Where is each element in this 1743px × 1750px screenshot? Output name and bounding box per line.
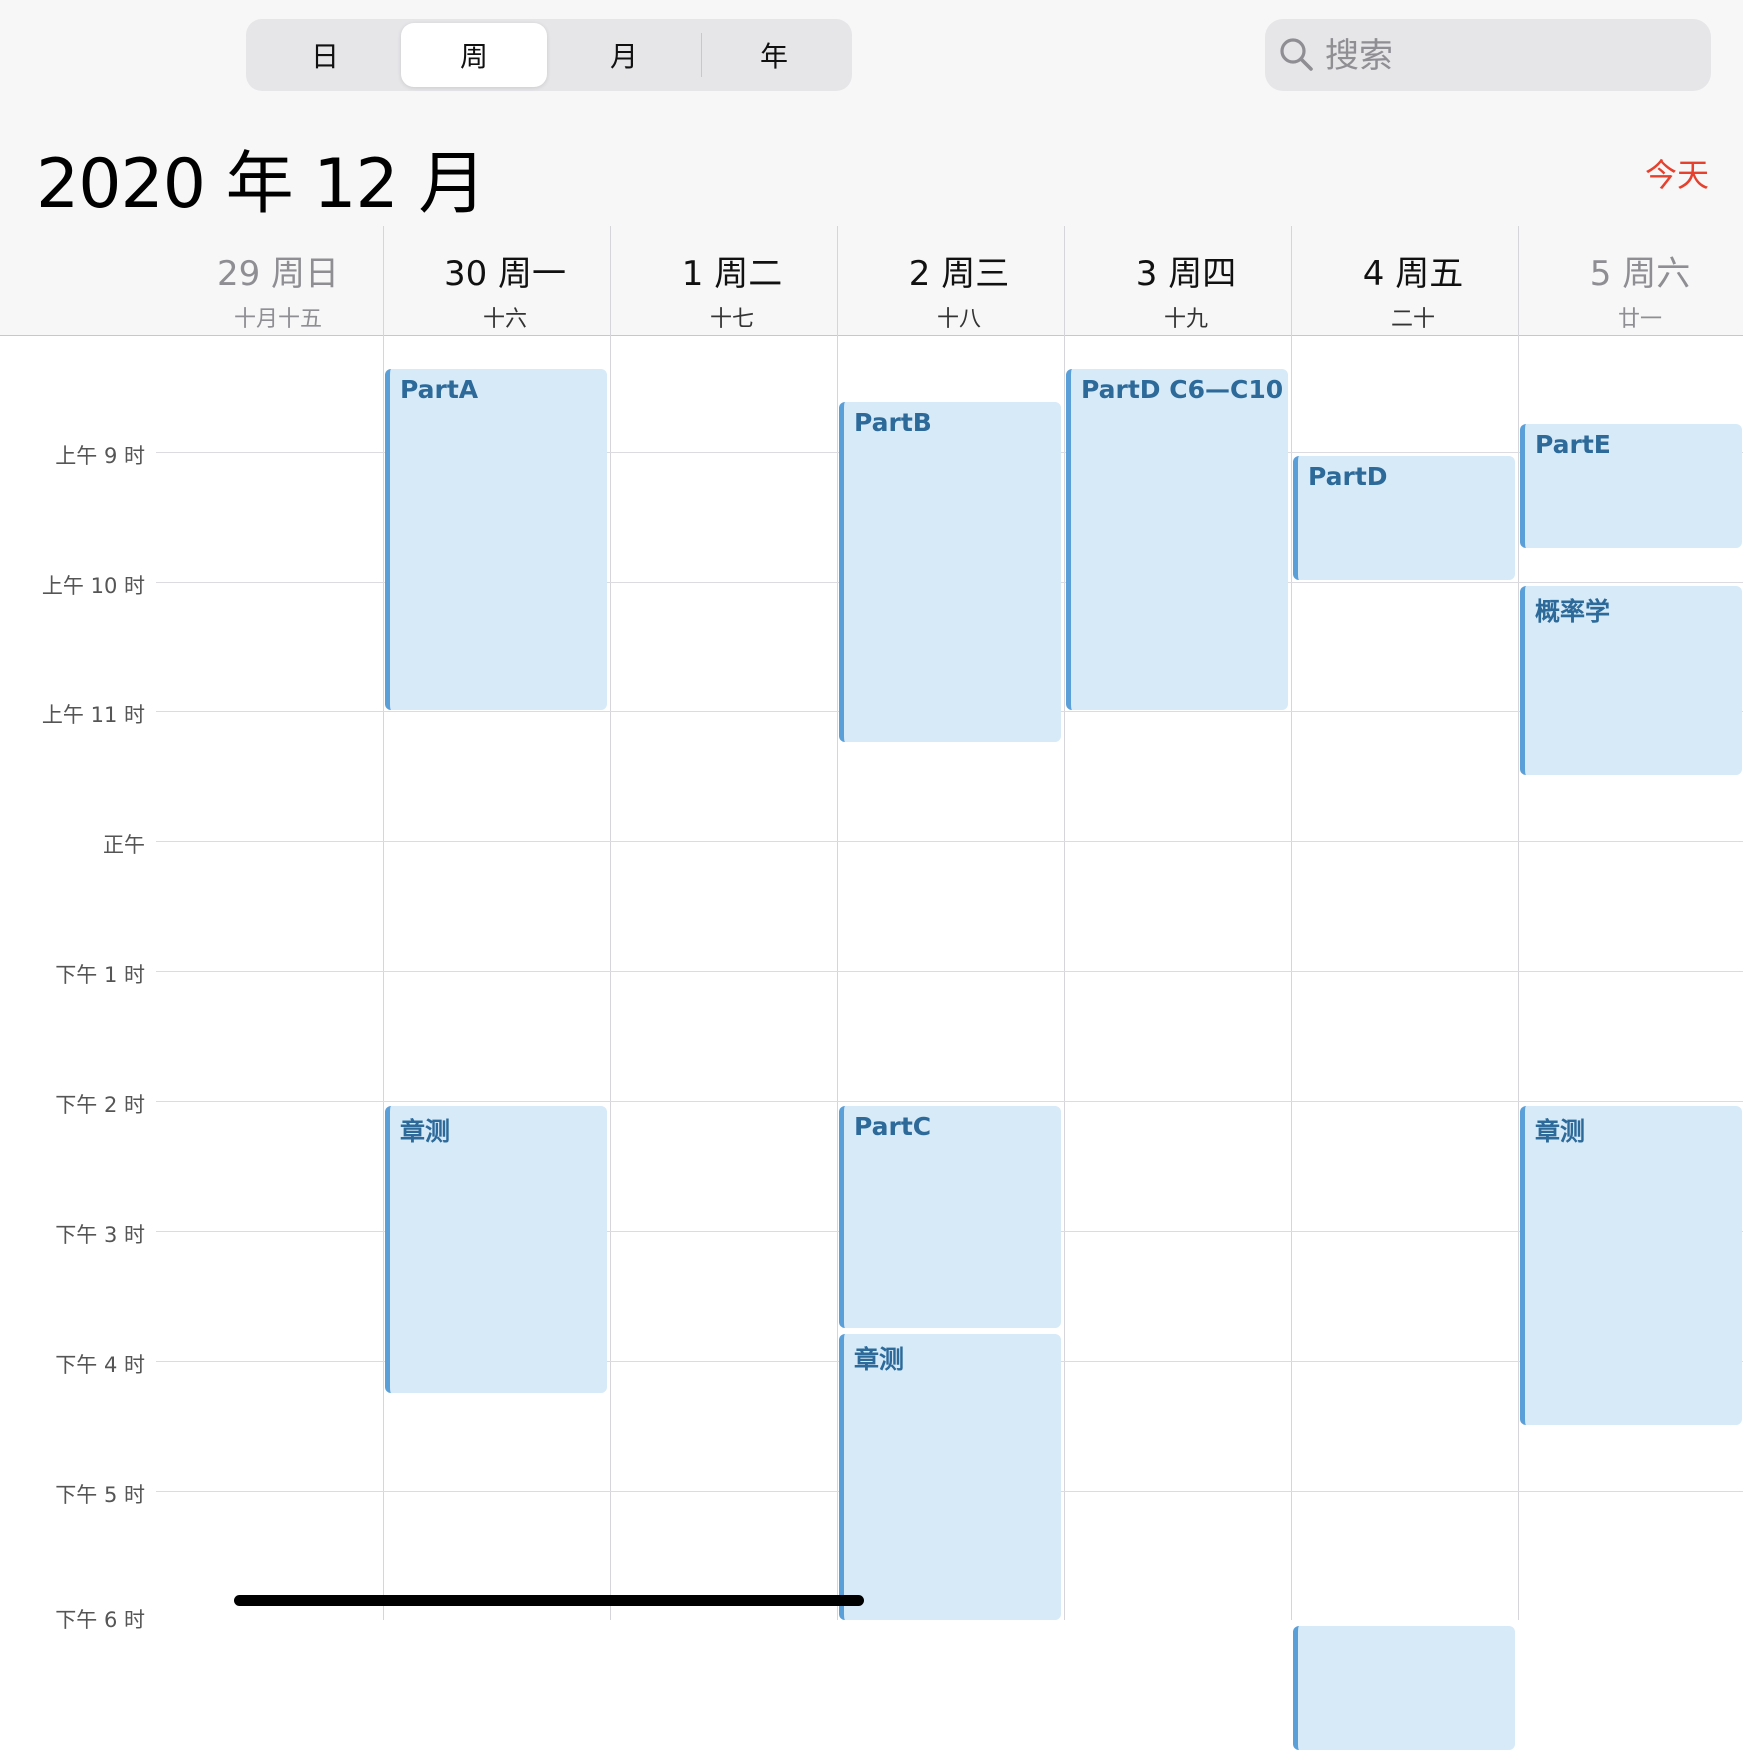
- day-header-thu[interactable]: 3 周四 十九: [1073, 226, 1299, 335]
- view-switcher: 日 周 月 年: [246, 19, 852, 91]
- time-label: 下午 1 时: [55, 963, 145, 987]
- day-header-wed[interactable]: 2 周三 十八: [846, 226, 1072, 335]
- time-label: 正午: [103, 833, 145, 857]
- column-divider: [1291, 226, 1292, 1620]
- calendar-event[interactable]: PartD: [1293, 456, 1515, 580]
- tab-month[interactable]: 月: [551, 23, 697, 87]
- today-button[interactable]: 今天: [1645, 150, 1709, 196]
- event-title: PartD C6—C10: [1081, 375, 1284, 405]
- column-divider: [837, 226, 838, 1620]
- time-label: 下午 2 时: [55, 1093, 145, 1117]
- day-lunar: 十八: [936, 307, 981, 332]
- calendar-event[interactable]: PartD C6—C10: [1066, 369, 1288, 710]
- day-lunar: 二十: [1390, 307, 1435, 332]
- day-date: 4 周五: [1362, 254, 1464, 294]
- time-label: 下午 5 时: [55, 1483, 145, 1507]
- day-lunar: 廿一: [1617, 307, 1662, 332]
- tab-year[interactable]: 年: [701, 23, 847, 87]
- event-title: PartC: [854, 1112, 932, 1141]
- day-date: 30 周一: [443, 254, 567, 294]
- day-lunar: 十六: [482, 307, 527, 332]
- calendar-event[interactable]: 章测: [839, 1333, 1061, 1620]
- month-title: 2020 年 12 月: [36, 145, 486, 224]
- day-date: 2 周三: [908, 254, 1010, 294]
- event-title: 章测: [854, 1344, 905, 1374]
- calendar-event[interactable]: 章测: [1520, 1106, 1742, 1425]
- day-date: 1 周二: [681, 254, 783, 294]
- calendar-event[interactable]: 章测: [385, 1106, 607, 1393]
- hour-line: [156, 841, 1743, 842]
- top-bar: 日 周 月 年 2020 年 12 月 今天 29 周日 十月十五 30 周一 …: [0, 0, 1743, 335]
- event-title: 章测: [400, 1117, 451, 1146]
- tab-day[interactable]: 日: [252, 23, 398, 87]
- search-icon: [1280, 38, 1313, 71]
- calendar-event[interactable]: PartC: [839, 1106, 1061, 1328]
- tab-week[interactable]: 周: [401, 23, 547, 87]
- day-header-fri[interactable]: 4 周五 二十: [1300, 226, 1526, 335]
- time-label: 上午 10 时: [41, 574, 145, 598]
- day-header-sun[interactable]: 29 周日 十月十五: [165, 226, 391, 335]
- day-header-mon[interactable]: 30 周一 十六: [392, 226, 618, 335]
- calendar-event[interactable]: PartA: [385, 369, 607, 710]
- hour-line: [156, 971, 1743, 972]
- day-lunar: 十七: [709, 307, 754, 332]
- column-divider: [383, 226, 384, 1620]
- column-divider: [1064, 226, 1065, 1620]
- calendar-event[interactable]: PartB: [839, 401, 1061, 743]
- day-date: 29 周日: [216, 254, 340, 294]
- search-bar[interactable]: [1265, 19, 1711, 91]
- time-label: 上午 9 时: [55, 444, 145, 468]
- week-day-headers: 29 周日 十月十五 30 周一 十六 1 周二 十七 2 周三 十八 3 周四…: [0, 226, 1743, 335]
- event-title: PartA: [400, 375, 479, 405]
- column-divider: [610, 226, 611, 1620]
- event-title: PartB: [854, 407, 932, 437]
- calendar-event[interactable]: [1293, 1626, 1515, 1750]
- search-input[interactable]: [1323, 29, 1697, 83]
- event-title: 章测: [1535, 1117, 1586, 1146]
- time-label: 下午 4 时: [55, 1353, 145, 1377]
- day-header-sat[interactable]: 5 周六 廿一: [1527, 226, 1743, 335]
- column-divider: [1518, 226, 1519, 1620]
- header-divider: [0, 335, 1743, 336]
- day-date: 5 周六: [1589, 254, 1691, 294]
- home-indicator: [234, 1595, 864, 1606]
- time-label: 下午 6 时: [55, 1608, 145, 1632]
- event-title: PartE: [1535, 429, 1611, 459]
- day-header-tue[interactable]: 1 周二 十七: [619, 226, 845, 335]
- time-label: 下午 3 时: [55, 1223, 145, 1247]
- day-lunar: 十九: [1163, 307, 1208, 332]
- time-label: 上午 11 时: [41, 703, 145, 727]
- day-lunar: 十月十五: [233, 307, 322, 332]
- calendar-event[interactable]: 概率学: [1520, 586, 1742, 775]
- event-title: 概率学: [1535, 597, 1611, 626]
- calendar-event[interactable]: PartE: [1520, 423, 1742, 548]
- hour-line: [156, 1101, 1743, 1102]
- day-date: 3 周四: [1135, 254, 1237, 294]
- event-title: PartD: [1308, 462, 1388, 491]
